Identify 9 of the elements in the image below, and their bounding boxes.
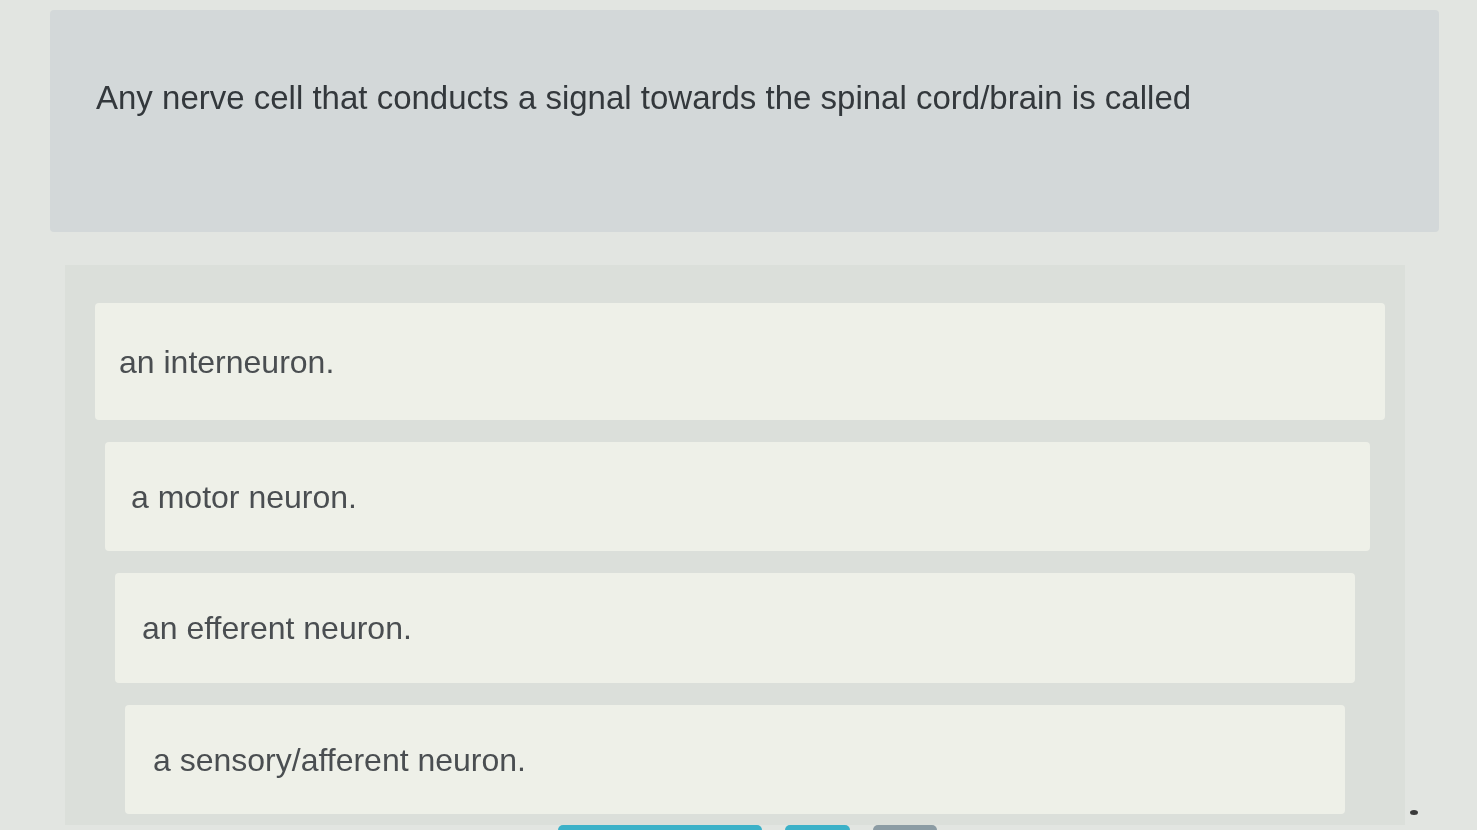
partially-visible-button[interactable] bbox=[873, 825, 937, 830]
answer-option[interactable]: an efferent neuron. bbox=[115, 573, 1355, 683]
answer-option[interactable]: an interneuron. bbox=[95, 303, 1385, 420]
answer-option[interactable]: a sensory/afferent neuron. bbox=[125, 705, 1345, 814]
dot-icon bbox=[1410, 810, 1418, 815]
question-text: Any nerve cell that conducts a signal towards the spinal cord/brain is called bbox=[96, 78, 1193, 118]
partially-visible-button[interactable] bbox=[785, 825, 850, 830]
partially-visible-button[interactable] bbox=[558, 825, 762, 830]
answer-option[interactable]: a motor neuron. bbox=[105, 442, 1370, 551]
